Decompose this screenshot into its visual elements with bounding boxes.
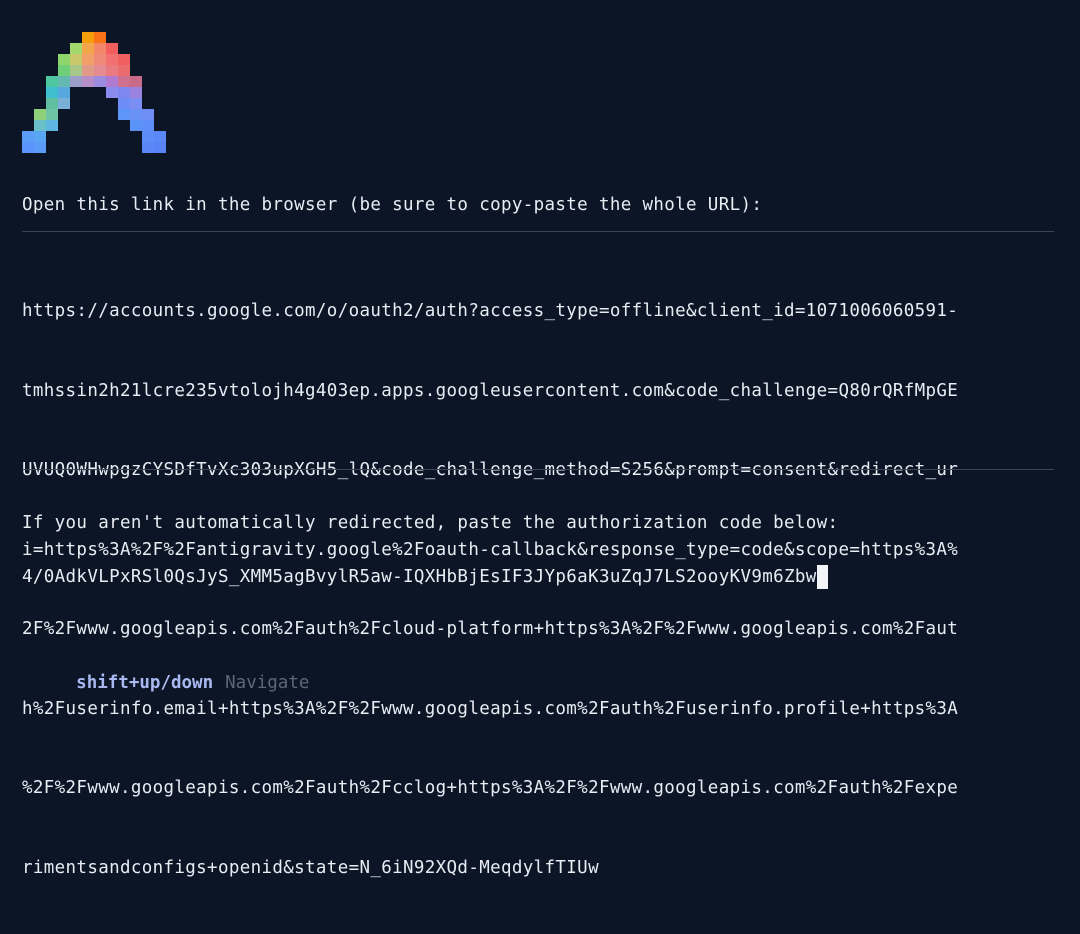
text-cursor [816,565,828,589]
auth-url-line: %2F%2Fwww.googleapis.com%2Fauth%2Fcclog+… [22,778,959,798]
open-link-instruction: Open this link in the browser (be sure t… [22,195,763,215]
logo-pixel [142,131,154,142]
logo-pixel [70,76,82,87]
auth-url-line: 2F%2Fwww.googleapis.com%2Fauth%2Fcloud-p… [22,619,959,639]
logo-pixel [142,142,154,153]
antigravity-logo-icon [22,32,166,164]
logo-pixel [46,120,58,131]
logo-pixel [130,87,142,98]
logo-pixel [106,54,118,65]
auth-url-line: tmhssin2h21lcre235vtolojh4g403ep.apps.go… [22,380,959,401]
logo-pixel [118,65,130,76]
auth-url-line: https://accounts.google.com/o/oauth2/aut… [22,301,959,321]
logo-pixel [34,120,46,131]
logo-pixel [34,142,46,153]
logo-pixel [58,76,70,87]
auth-url-line: rimentsandconfigs+openid&state=N_6iN92XQ… [22,857,599,878]
logo-pixel [142,109,154,120]
logo-pixel [118,109,130,120]
logo-pixel [82,32,94,43]
logo-pixel [154,131,166,142]
logo-pixel [34,131,46,142]
logo-pixel [58,54,70,65]
logo-pixel [58,65,70,76]
logo-pixel [142,120,154,131]
logo-pixel [94,65,106,76]
terminal-window: Open this link in the browser (be sure t… [0,0,1080,878]
logo-pixel [106,65,118,76]
help-bar: shift+up/down Navigate [34,644,309,722]
divider-bottom [22,469,1054,470]
auth-code-input[interactable]: 4/0AdkVLPxRSl0QsJyS_XMM5agBvylR5aw-IQXHb… [22,564,828,590]
logo-pixel [106,43,118,54]
logo-pixel [94,32,106,43]
logo-pixel [70,43,82,54]
logo-pixel [94,54,106,65]
logo-pixel [106,76,118,87]
logo-pixel [82,54,94,65]
logo-pixel [46,76,58,87]
logo-pixel [22,142,34,153]
logo-pixel [94,43,106,54]
help-key-shortcut: shift+up/down [76,673,214,693]
logo-pixel [118,76,130,87]
logo-pixel [118,98,130,109]
auth-code-value[interactable]: 4/0AdkVLPxRSl0QsJyS_XMM5agBvylR5aw-IQXHb… [22,567,817,587]
logo-pixel [118,87,130,98]
divider-top [22,231,1054,232]
logo-pixel [130,76,142,87]
logo-pixel [58,87,70,98]
logo-pixel [46,98,58,109]
logo-pixel [58,98,70,109]
logo-pixel [82,76,94,87]
auth-url-line: i=https%3A%2F%2Fantigravity.google%2Foau… [22,539,959,560]
logo-pixel [46,87,58,98]
help-key-description: Navigate [225,673,310,693]
logo-pixel [70,65,82,76]
logo-pixel [130,98,142,109]
redirect-instruction: If you aren't automatically redirected, … [22,513,839,533]
logo-pixel [130,120,142,131]
logo-pixel [22,131,34,142]
auth-url-line: UVUQ0WHwpgzCYSDfTvXc303upXGH5_lQ&code_ch… [22,460,959,480]
logo-pixel [82,65,94,76]
logo-pixel [94,76,106,87]
logo-pixel [154,142,166,153]
logo-pixel [130,109,142,120]
logo-pixel [70,54,82,65]
logo-pixel [34,109,46,120]
logo-pixel [82,43,94,54]
logo-pixel [106,87,118,98]
logo-pixel [118,54,130,65]
logo-pixel [46,109,58,120]
